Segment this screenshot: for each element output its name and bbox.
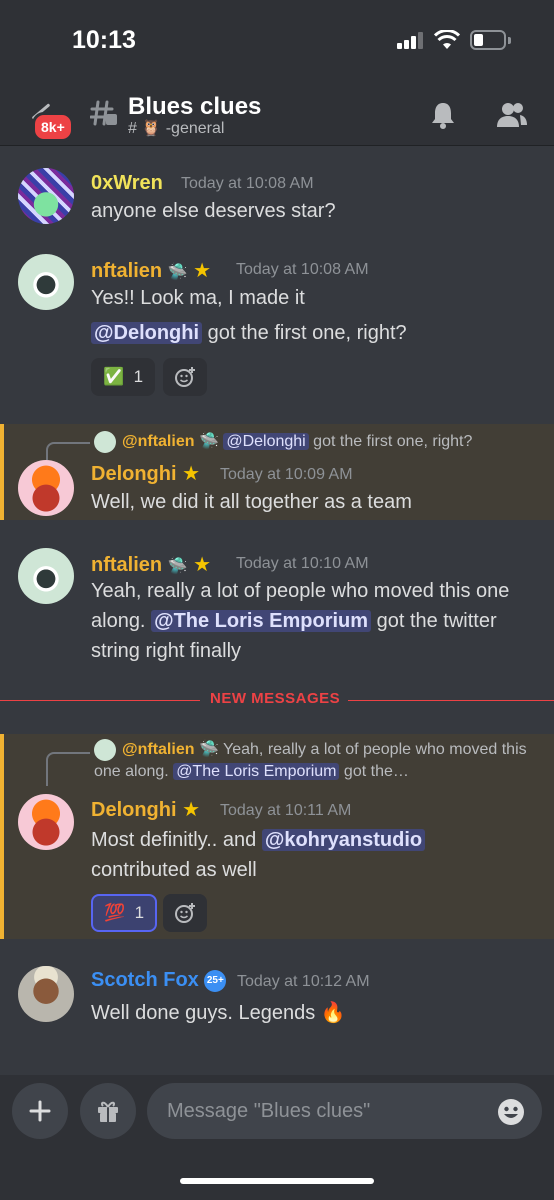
reaction-hundred[interactable]: 💯 1 [91, 894, 157, 932]
author-name[interactable]: nftalien 🛸 ★ [91, 258, 211, 283]
author-name[interactable]: Delonghi ★ [91, 797, 200, 822]
star-icon: ★ [182, 799, 201, 821]
channel-subtitle: # 🦉 -general [128, 120, 225, 137]
hundred-emoji-icon: 💯 [103, 903, 126, 922]
plus-icon [29, 1100, 51, 1122]
message-input[interactable] [147, 1083, 542, 1139]
home-indicator[interactable] [180, 1178, 374, 1184]
menu-button[interactable]: 8k+ [22, 100, 74, 142]
author-name[interactable]: Delonghi ★ [91, 461, 200, 486]
user-mention[interactable]: @Delonghi [91, 322, 203, 344]
reply-preview[interactable]: @nftalien 🛸 @Delonghi got the first one,… [94, 431, 549, 453]
avatar[interactable] [18, 254, 74, 310]
reply-avatar [94, 431, 116, 453]
unread-badge: 8k+ [32, 112, 74, 142]
timestamp: Today at 10:11 AM [220, 802, 352, 819]
status-time: 10:13 [72, 26, 136, 54]
message-text: Yes!! Look ma, I made it [91, 287, 305, 309]
message-text-2: @Delonghi got the first one, right? [91, 318, 531, 348]
status-bar: 10:13 [0, 0, 554, 80]
reply-mention[interactable]: @Delonghi [223, 433, 309, 451]
boost-badge: 25+ [204, 969, 227, 992]
message-highlighted[interactable]: @nftalien 🛸 Yeah, really a lot of people… [0, 734, 554, 939]
wifi-icon [434, 30, 460, 49]
reply-connector [46, 442, 90, 460]
message-text: Well, we did it all together as a team [91, 491, 412, 513]
add-emoji-icon [175, 903, 195, 923]
message[interactable]: nftalien 🛸 ★ Today at 10:10 AM Yeah, rea… [0, 542, 554, 672]
new-messages-divider: NEW MESSAGES [0, 690, 554, 707]
new-messages-label: NEW MESSAGES [210, 690, 341, 707]
bell-icon[interactable] [428, 100, 458, 130]
star-icon: ★ [193, 554, 212, 576]
star-icon: ★ [193, 260, 212, 282]
message[interactable]: 0xWren Today at 10:08 AM anyone else des… [0, 158, 554, 238]
author-name[interactable]: nftalien 🛸 ★ [91, 552, 211, 577]
author-name[interactable]: 0xWren [91, 172, 163, 195]
add-reaction-button[interactable] [163, 358, 207, 396]
channel-title[interactable]: Blues clues [128, 93, 261, 121]
message[interactable]: nftalien 🛸 ★ Today at 10:08 AM Yes!! Loo… [0, 248, 554, 408]
message-text: anyone else deserves star? [91, 200, 336, 222]
channel-thread-icon [90, 100, 117, 126]
author-name[interactable]: Scotch Fox 25+ [91, 969, 227, 992]
timestamp: Today at 10:08 AM [236, 261, 369, 278]
gift-button[interactable] [80, 1083, 136, 1139]
avatar[interactable] [18, 966, 74, 1022]
avatar[interactable] [18, 794, 74, 850]
ufo-icon: 🛸 [167, 264, 188, 281]
check-emoji-icon: ✅ [102, 367, 125, 386]
add-reaction-button[interactable] [163, 894, 207, 932]
avatar[interactable] [18, 168, 74, 224]
avatar[interactable] [18, 548, 74, 604]
message-text: Most definitly.. and @kohryanstudio cont… [91, 825, 471, 885]
star-icon: ★ [182, 463, 201, 485]
emoji-icon[interactable] [497, 1098, 525, 1126]
user-mention[interactable]: @kohryanstudio [261, 829, 426, 851]
message-composer [0, 1075, 554, 1200]
message-text: Yeah, really a lot of people who moved t… [91, 580, 510, 662]
attach-button[interactable] [12, 1083, 68, 1139]
reply-mention[interactable]: @The Loris Emporium [173, 763, 340, 781]
timestamp: Today at 10:08 AM [181, 175, 314, 192]
ufo-icon: 🛸 [167, 558, 188, 575]
avatar[interactable] [18, 460, 74, 516]
members-icon[interactable] [496, 100, 528, 130]
reply-preview[interactable]: @nftalien 🛸 Yeah, really a lot of people… [94, 739, 549, 783]
add-emoji-icon [175, 367, 195, 387]
user-mention[interactable]: @The Loris Emporium [151, 610, 372, 632]
timestamp: Today at 10:10 AM [236, 555, 369, 572]
cellular-signal-icon [397, 31, 427, 49]
message-highlighted[interactable]: @nftalien 🛸 @Delonghi got the first one,… [0, 424, 554, 520]
timestamp: Today at 10:09 AM [220, 466, 353, 483]
reply-avatar [94, 739, 116, 761]
gift-icon [98, 1101, 118, 1122]
message[interactable]: Scotch Fox 25+ Today at 10:12 AM Well do… [0, 958, 554, 1048]
timestamp: Today at 10:12 AM [237, 973, 370, 990]
reply-connector [46, 752, 90, 786]
reaction-checkmark[interactable]: ✅ 1 [91, 358, 155, 396]
channel-header: 8k+ Blues clues # 🦉 -general [0, 80, 554, 146]
battery-icon [470, 30, 511, 50]
message-text: Well done guys. Legends 🔥 [91, 1002, 346, 1024]
